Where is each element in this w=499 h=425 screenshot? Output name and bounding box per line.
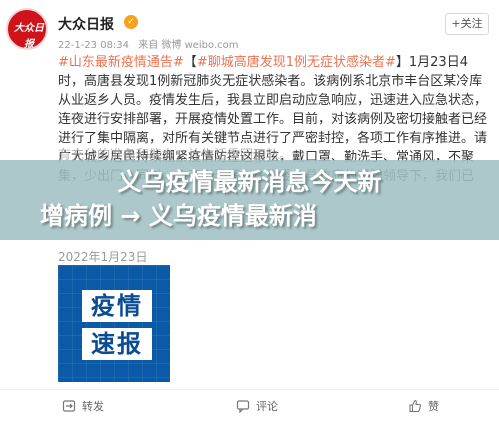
banner-headline-1: 义乌疫情最新消息今天新 xyxy=(117,168,382,196)
post-meta: 22-1-23 08:34 来自 微博 weibo.com xyxy=(58,36,245,51)
follow-button[interactable]: +关注 xyxy=(445,13,489,35)
author-name[interactable]: 大众日报 xyxy=(58,14,114,34)
repost-label: 转发 xyxy=(82,400,104,413)
verified-icon: ✓ xyxy=(124,15,138,29)
like-button[interactable]: 赞 xyxy=(408,398,439,416)
date-caption: 2022年1月23日 xyxy=(58,250,148,264)
comment-button[interactable]: 评论 xyxy=(236,398,278,416)
thumb-background xyxy=(58,265,170,382)
bracket-open: 【 xyxy=(183,55,197,70)
post-time: 22-1-23 08:34 xyxy=(58,40,130,51)
comment-icon xyxy=(236,400,250,413)
post-header: 大众日报 大众日报 ✓ 22-1-23 08:34 来自 微博 weibo.co… xyxy=(0,0,499,56)
post-image[interactable]: 疫情 速报 xyxy=(58,265,170,382)
comment-label: 评论 xyxy=(256,400,278,413)
topic-link[interactable]: #聊城高唐发现1例无症状感染者# xyxy=(197,55,396,70)
topic-tag[interactable]: #山东最新疫情通告# xyxy=(58,55,184,70)
post-footer: 转发 评论 赞 xyxy=(0,389,499,425)
post-source: 来自 微博 weibo.com xyxy=(138,40,239,51)
avatar[interactable]: 大众日报 xyxy=(6,8,48,50)
repost-icon xyxy=(62,400,76,412)
like-label: 赞 xyxy=(428,400,439,413)
banner-headline-2: 增病例 → 义乌疫情最新消 xyxy=(40,202,317,230)
thumb-word-1: 疫情 xyxy=(82,290,152,322)
thumbs-up-icon xyxy=(409,399,422,413)
thumb-word-2: 速报 xyxy=(82,328,152,360)
repost-button[interactable]: 转发 xyxy=(62,398,104,416)
avatar-logo: 大众日报 xyxy=(14,23,44,50)
